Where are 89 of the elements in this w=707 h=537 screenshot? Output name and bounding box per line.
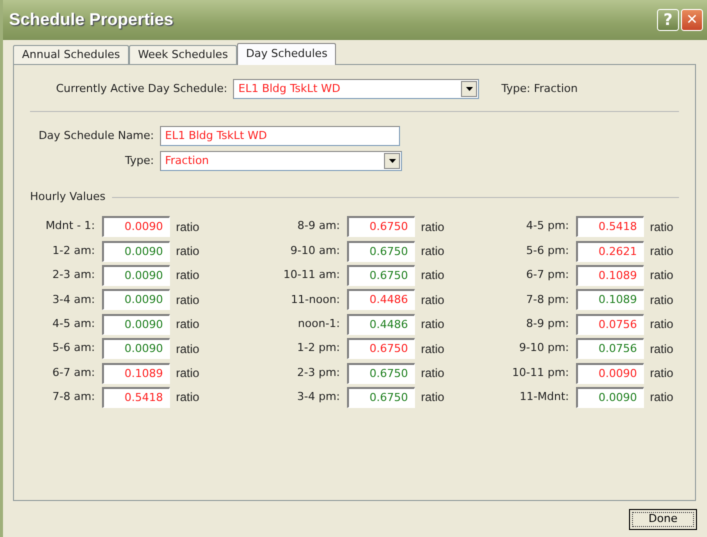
- name-input[interactable]: EL1 Bldg TskLt WD: [160, 126, 400, 146]
- unit-label: ratio: [650, 365, 674, 382]
- hour-label: 1-2 pm:: [296, 340, 340, 356]
- unit-label: ratio: [176, 243, 200, 260]
- value-input[interactable]: 0.1089: [576, 289, 644, 310]
- group-title: Hourly Values: [30, 189, 106, 205]
- hour-label: 5-6 pm:: [525, 242, 569, 259]
- unit-label: ratio: [650, 389, 674, 406]
- schedule-dropdown[interactable]: EL1 Bldg TskLt WD: [233, 79, 480, 99]
- value-input[interactable]: 0.6750: [347, 338, 415, 360]
- tab[interactable]: Annual Schedules: [13, 45, 130, 64]
- value-input[interactable]: 0.0090: [102, 216, 170, 238]
- value-input[interactable]: 0.0090: [102, 314, 170, 335]
- value-input[interactable]: 0.1089: [576, 264, 644, 286]
- value-input[interactable]: 0.0090: [102, 240, 170, 262]
- hour-label: 7-8 am:: [51, 389, 95, 406]
- unit-label: ratio: [650, 316, 674, 334]
- unit-label: ratio: [421, 389, 444, 406]
- type-text: Type: Fraction: [501, 80, 578, 97]
- unit-label: ratio: [421, 292, 444, 309]
- value-input[interactable]: 0.5418: [576, 216, 644, 238]
- hour-label: 6-7 am:: [51, 364, 95, 381]
- hour-label: 5-6 am:: [51, 340, 95, 356]
- unit-label: ratio: [650, 218, 674, 236]
- hour-label: 11-Mdnt:: [518, 389, 569, 406]
- hour-label: 1-2 am:: [51, 242, 95, 259]
- value-input[interactable]: 0.6750: [347, 264, 415, 286]
- hour-label: 4-5 am:: [51, 316, 95, 332]
- hour-label: 11-noon:: [290, 292, 340, 308]
- unit-label: ratio: [421, 218, 444, 236]
- tab[interactable]: Day Schedules: [236, 43, 336, 65]
- unit-label: ratio: [421, 267, 444, 284]
- value-input[interactable]: 0.0090: [576, 362, 644, 384]
- unit-label: ratio: [176, 292, 200, 309]
- value-input[interactable]: 0.0756: [576, 314, 644, 335]
- hour-label: 2-3 am:: [51, 267, 95, 284]
- dropdown-arrow-icon: [388, 159, 396, 163]
- value-input[interactable]: 0.0090: [102, 338, 170, 360]
- close-button[interactable]: ✕: [681, 9, 703, 31]
- hour-label: 3-4 pm:: [296, 389, 340, 406]
- unit-label: ratio: [176, 389, 200, 406]
- window-title: Schedule Properties: [9, 9, 174, 32]
- unit-label: ratio: [421, 243, 444, 260]
- hour-label: 7-8 pm:: [525, 292, 569, 308]
- type-dropdown[interactable]: Fraction: [160, 151, 402, 171]
- value-input[interactable]: 0.4486: [347, 314, 415, 335]
- value-input[interactable]: 0.1089: [102, 362, 170, 384]
- unit-label: ratio: [421, 365, 444, 382]
- hour-label: 8-9 pm:: [525, 316, 569, 332]
- help-button[interactable]: ?: [657, 9, 679, 31]
- dropdown-arrow-icon: [466, 87, 473, 91]
- value-input[interactable]: 0.4486: [347, 289, 415, 310]
- unit-label: ratio: [176, 365, 200, 382]
- value-input[interactable]: 0.5418: [102, 386, 170, 408]
- value-input[interactable]: 0.2621: [576, 240, 644, 262]
- hour-label: 9-10 pm:: [518, 340, 569, 356]
- value-input[interactable]: 0.0090: [102, 289, 170, 310]
- value-input[interactable]: 0.6750: [347, 216, 415, 238]
- unit-label: ratio: [650, 267, 674, 284]
- hour-label: 8-9 am:: [296, 218, 340, 234]
- unit-label: ratio: [421, 316, 444, 334]
- unit-label: ratio: [176, 267, 200, 284]
- unit-label: ratio: [176, 218, 200, 236]
- field-label: Day Schedule Name:: [38, 128, 154, 144]
- hour-label: 9-10 am:: [289, 242, 340, 259]
- value-input[interactable]: 0.0756: [576, 338, 644, 360]
- unit-label: ratio: [650, 243, 674, 260]
- value-input[interactable]: 0.6750: [347, 240, 415, 262]
- tab[interactable]: Week Schedules: [129, 45, 237, 64]
- hour-label: noon-1:: [296, 316, 340, 332]
- done-button[interactable]: Done: [629, 509, 697, 530]
- hour-label: 10-11 pm:: [511, 364, 569, 381]
- hour-label: 6-7 pm:: [525, 267, 569, 284]
- hour-label: 3-4 am:: [51, 292, 95, 308]
- hour-label: 2-3 pm:: [296, 364, 340, 381]
- hour-label: Mdnt - 1:: [44, 218, 95, 234]
- hour-label: 4-5 pm:: [525, 218, 569, 234]
- field-label: Type:: [124, 152, 154, 169]
- hour-label: 10-11 am:: [282, 267, 340, 284]
- value-input[interactable]: 0.0090: [576, 386, 644, 408]
- value-input[interactable]: 0.6750: [347, 386, 415, 408]
- unit-label: ratio: [650, 292, 674, 309]
- unit-label: ratio: [650, 340, 674, 358]
- value-input[interactable]: 0.6750: [347, 362, 415, 384]
- field-label: Currently Active Day Schedule:: [56, 80, 228, 97]
- value-input[interactable]: 0.0090: [102, 264, 170, 286]
- unit-label: ratio: [421, 340, 444, 358]
- unit-label: ratio: [176, 316, 200, 334]
- unit-label: ratio: [176, 340, 200, 358]
